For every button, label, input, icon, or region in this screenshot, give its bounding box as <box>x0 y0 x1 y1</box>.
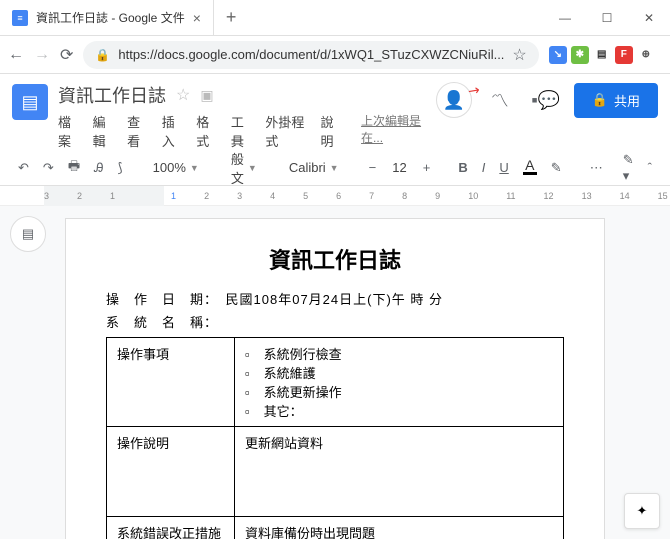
more-toolbar-icon[interactable]: ⋯ <box>586 156 607 180</box>
extension-icon[interactable]: ⊕ <box>637 46 655 64</box>
share-button[interactable]: 🔒 共用 <box>574 83 658 118</box>
lock-icon: 🔒 <box>95 48 110 62</box>
cell-label: 操作說明 <box>107 427 235 517</box>
font-size-increase[interactable]: + <box>419 156 435 179</box>
font-size-decrease[interactable]: − <box>365 156 381 179</box>
check-item-label: 系統維護 <box>264 363 316 382</box>
menu-item[interactable]: 說明 <box>320 112 341 150</box>
table-row: 系統錯誤改正措施說明 資料庫備份時出現問題 <box>107 517 564 539</box>
date-line: 操 作 日 期： 民國108年07月24日上(下)午 時 分 <box>106 289 564 308</box>
ruler[interactable]: 32112345678910111213141516 <box>0 186 670 206</box>
star-document-icon[interactable]: ☆ <box>176 85 190 105</box>
docs-header: ▤ 資訊工作日誌 ☆ ▣ 檔案編輯查看插入格式工具外掛程式說明上次編輯是在...… <box>0 74 670 150</box>
check-item-label: 系統例行檢查 <box>264 344 342 363</box>
cell-content: ▫ 系統例行檢查 ▫ 系統維護 ▫ 系統更新操作 ▫ 其它： <box>234 338 563 427</box>
account-switcher-icon[interactable]: 👤 <box>436 82 472 118</box>
check-item-label: 其它： <box>264 401 303 420</box>
extension-icon[interactable]: F <box>615 46 633 64</box>
menu-item[interactable]: 格式 <box>196 112 217 150</box>
doc-table: 操作事項 ▫ 系統例行檢查 ▫ 系統維護 ▫ 系統更新操作 ▫ 其它： 操作說明 更新網站資料… <box>106 337 564 539</box>
minimize-button[interactable]: ― <box>544 3 586 33</box>
bold-button[interactable]: B <box>454 156 471 179</box>
url-bar[interactable]: 🔒 https://docs.google.com/document/d/1xW… <box>83 41 538 69</box>
cell-label: 系統錯誤改正措施說明 <box>107 517 235 539</box>
redo-button[interactable]: ↷ <box>39 156 58 180</box>
table-row: 操作說明 更新網站資料 <box>107 427 564 517</box>
new-tab-button[interactable]: + <box>214 7 249 28</box>
highlight-button[interactable]: ✎ <box>547 156 566 180</box>
window-controls: ― ☐ ✕ <box>544 3 670 33</box>
paint-format-button[interactable]: ⟆ <box>114 156 127 180</box>
collapse-toolbar-icon[interactable]: ˆ <box>644 156 656 179</box>
url-text: https://docs.google.com/document/d/1xWQ1… <box>118 47 504 62</box>
address-bar: ← → ⟳ 🔒 https://docs.google.com/document… <box>0 36 670 74</box>
explore-button[interactable]: ✦ <box>624 493 660 529</box>
cell-label: 操作事項 <box>107 338 235 427</box>
checkbox-icon: ▫ <box>245 404 250 419</box>
comments-icon[interactable]: ▪💬 <box>528 82 564 118</box>
move-folder-icon[interactable]: ▣ <box>200 87 213 104</box>
docs-logo-icon[interactable]: ▤ <box>12 84 48 120</box>
checkbox-icon: ▫ <box>245 366 250 381</box>
check-item-label: 系統更新操作 <box>264 382 342 401</box>
menu-item[interactable]: 查看 <box>127 112 148 150</box>
bookmark-star-icon[interactable]: ☆ <box>512 45 526 65</box>
docs-favicon: ≡ <box>12 10 28 26</box>
maximize-button[interactable]: ☐ <box>586 3 628 33</box>
underline-button[interactable]: U <box>495 156 512 179</box>
document-title[interactable]: 資訊工作日誌 <box>58 82 166 108</box>
menu-item[interactable]: 插入 <box>162 112 183 150</box>
reload-button[interactable]: ⟳ <box>60 45 73 65</box>
document-page[interactable]: 資訊工作日誌 操 作 日 期： 民國108年07月24日上(下)午 時 分 系 … <box>65 218 605 539</box>
document-canvas: ▤ 資訊工作日誌 操 作 日 期： 民國108年07月24日上(下)午 時 分 … <box>0 206 670 539</box>
text-color-button[interactable]: A <box>519 156 541 178</box>
checkbox-icon: ▫ <box>245 347 250 362</box>
share-lock-icon: 🔒 <box>592 92 608 108</box>
activity-icon[interactable]: 〽 <box>482 82 518 118</box>
extension-icon[interactable]: ✱ <box>571 46 589 64</box>
menu-item[interactable]: 檔案 <box>58 112 79 150</box>
share-label: 共用 <box>614 91 640 110</box>
print-button[interactable]: 🖶 <box>64 153 84 183</box>
docs-toolbar: ↶ ↷ 🖶 Ꭿ ⟆ 100%▼ 一般文字▼ Calibri▼ − 12 + B … <box>0 150 670 186</box>
close-tab-icon[interactable]: × <box>193 10 201 26</box>
font-select[interactable]: Calibri▼ <box>283 158 345 177</box>
outline-toggle-button[interactable]: ▤ <box>10 216 46 252</box>
spellcheck-button[interactable]: Ꭿ <box>90 156 107 180</box>
checkbox-icon: ▫ <box>245 385 250 400</box>
extension-icon[interactable]: ↘ <box>549 46 567 64</box>
menu-item[interactable]: 外掛程式 <box>265 112 306 150</box>
cell-content: 資料庫備份時出現問題 <box>234 517 563 539</box>
menu-item[interactable]: 編輯 <box>93 112 114 150</box>
italic-button[interactable]: I <box>478 156 490 179</box>
extension-icons: ↘✱▤F⊕ <box>549 46 655 64</box>
cell-content: 更新網站資料 <box>234 427 563 517</box>
last-edit-link[interactable]: 上次編輯是在... <box>361 112 426 150</box>
forward-button[interactable]: → <box>34 46 50 64</box>
browser-tab[interactable]: ≡ 資訊工作日誌 - Google 文件 × <box>0 0 214 36</box>
tab-title: 資訊工作日誌 - Google 文件 <box>36 9 185 26</box>
undo-button[interactable]: ↶ <box>14 156 33 180</box>
back-button[interactable]: ← <box>8 46 24 64</box>
close-window-button[interactable]: ✕ <box>628 3 670 33</box>
extension-icon[interactable]: ▤ <box>593 46 611 64</box>
doc-heading: 資訊工作日誌 <box>106 243 564 275</box>
system-line: 系 統 名 稱： <box>106 312 564 331</box>
window-title-bar: ≡ 資訊工作日誌 - Google 文件 × + ― ☐ ✕ <box>0 0 670 36</box>
table-row: 操作事項 ▫ 系統例行檢查 ▫ 系統維護 ▫ 系統更新操作 ▫ 其它： <box>107 338 564 427</box>
zoom-select[interactable]: 100%▼ <box>147 158 205 177</box>
editing-mode-button[interactable]: ✎ ▾ <box>619 148 638 188</box>
font-size-select[interactable]: 12 <box>386 158 412 177</box>
